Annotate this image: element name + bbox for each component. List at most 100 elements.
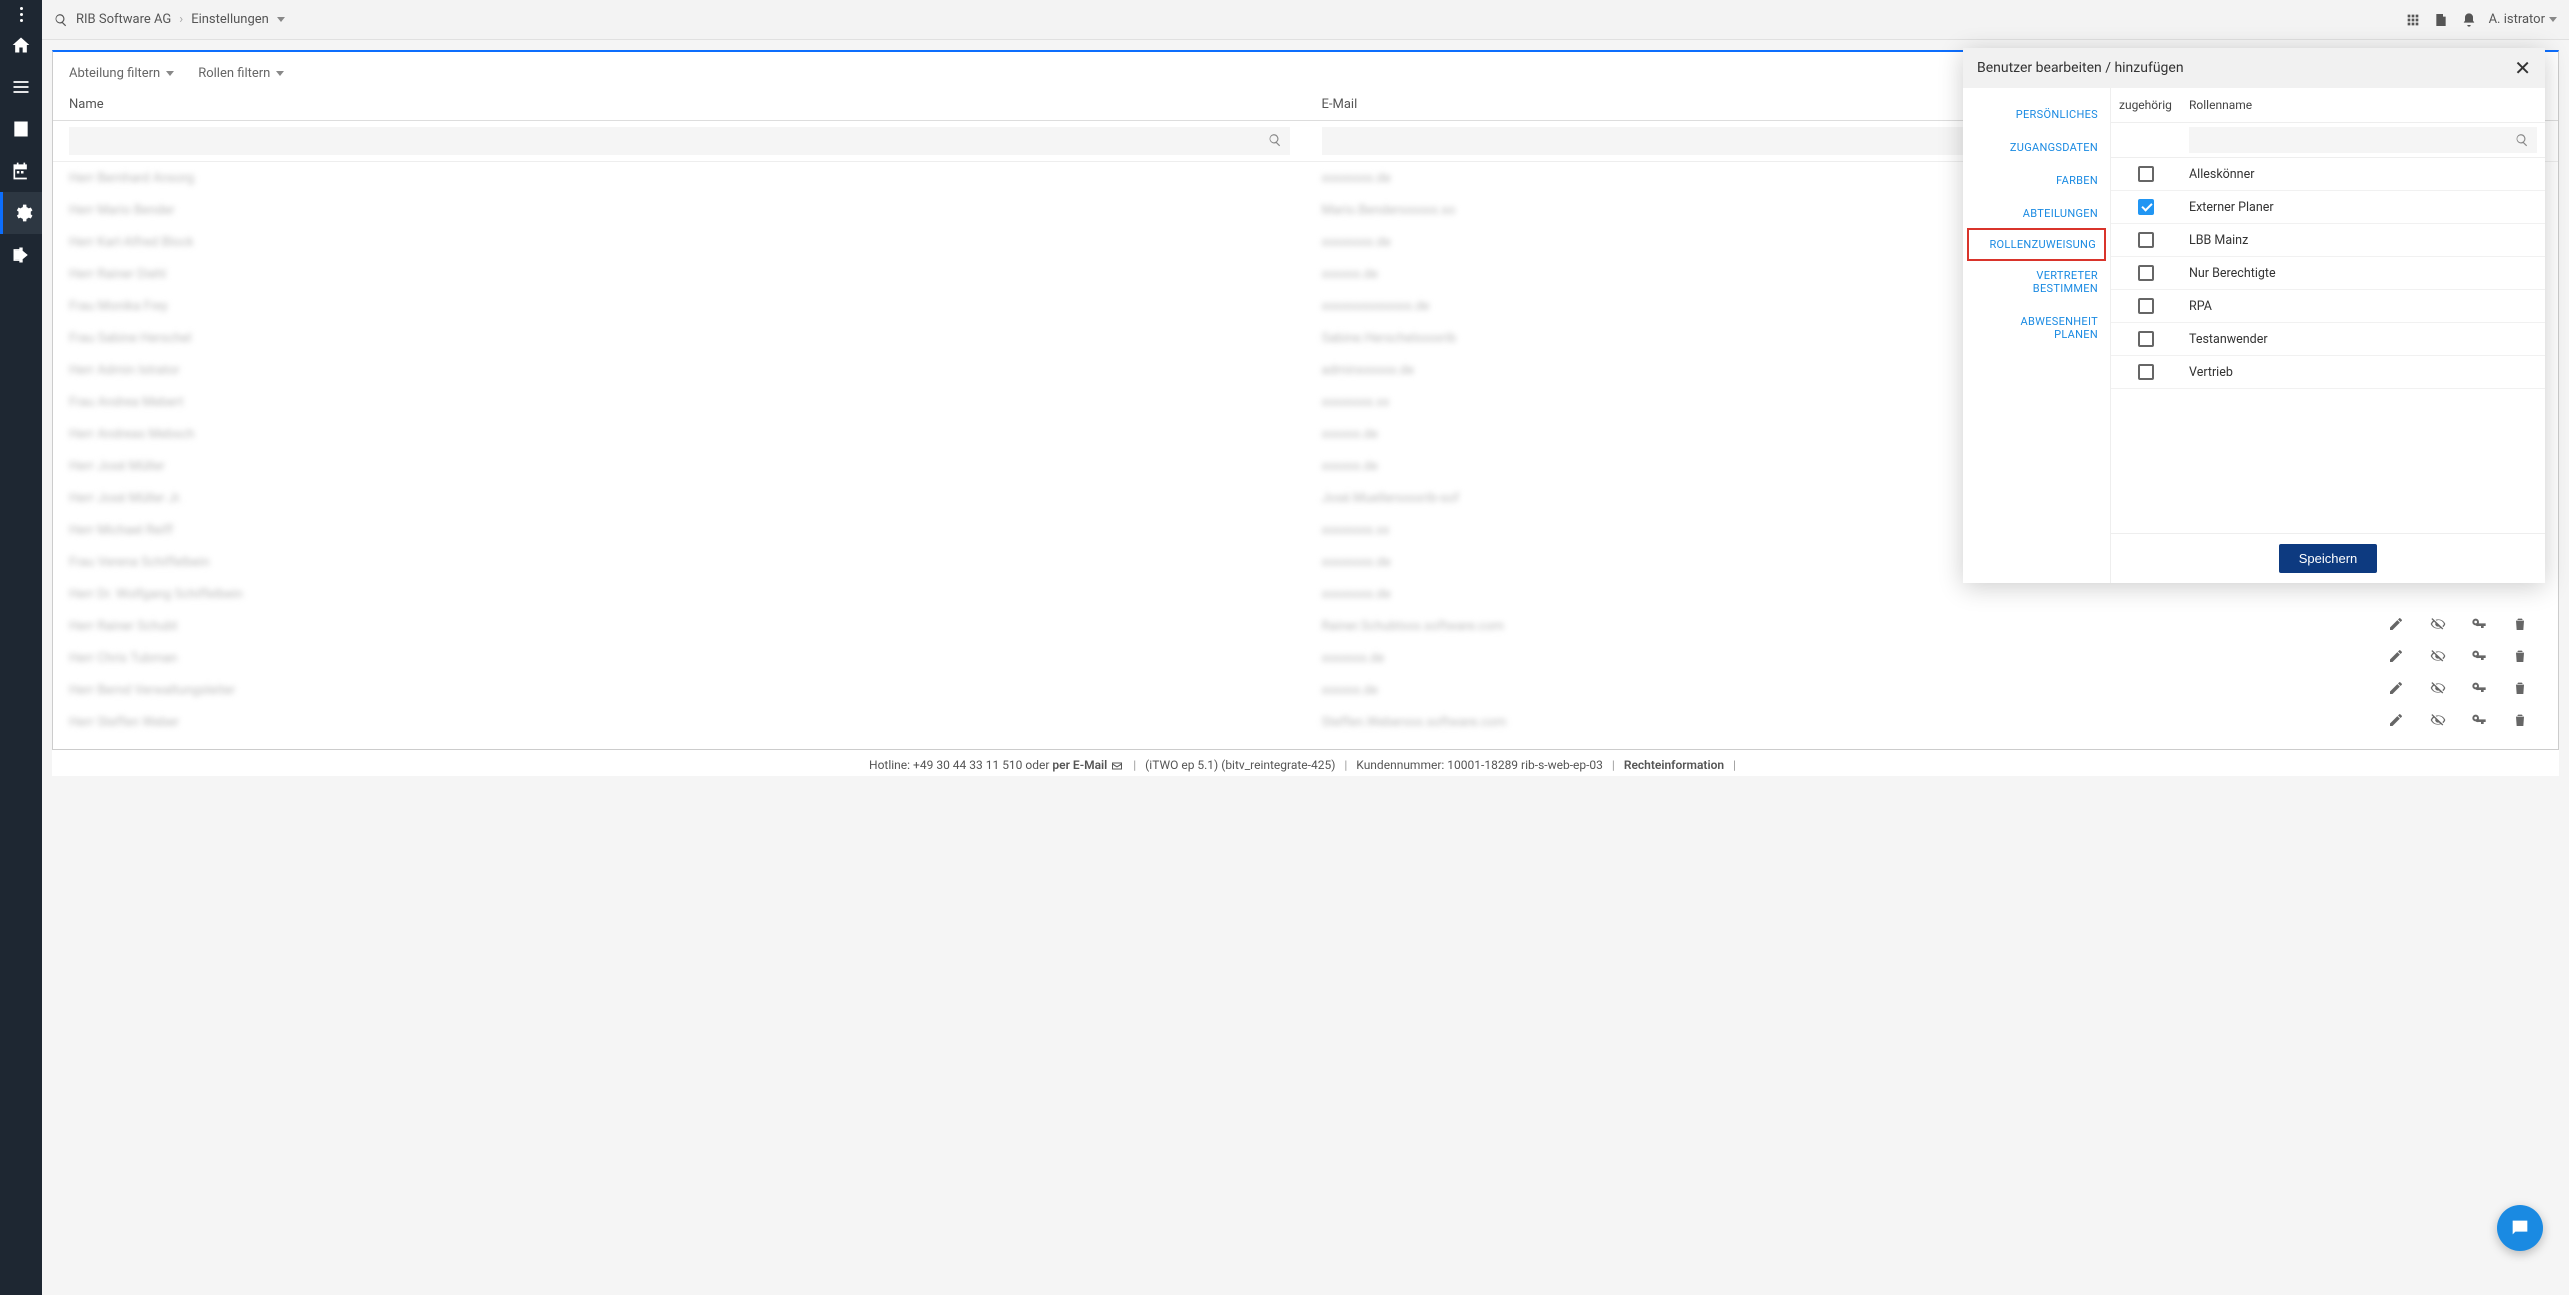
table-row[interactable]: Herr Rainer Schubt Rainer.Schubtxxx.soft…: [53, 610, 2558, 642]
role-row[interactable]: LBB Mainz: [2111, 224, 2545, 257]
footer-customer: Kundennummer: 10001-18289 rib-s-web-ep-0…: [1356, 758, 1603, 772]
sidebar-contacts[interactable]: [0, 108, 42, 150]
role-row[interactable]: Alleskönner: [2111, 158, 2545, 191]
key-icon[interactable]: [2471, 680, 2487, 696]
modal-nav-departments[interactable]: ABTEILUNGEN: [1963, 197, 2110, 230]
search-icon[interactable]: [54, 13, 68, 27]
modal-nav-access[interactable]: ZUGANGSDATEN: [1963, 131, 2110, 164]
apps-icon[interactable]: [2405, 12, 2421, 28]
delete-icon[interactable]: [2512, 616, 2528, 632]
role-checkbox[interactable]: [2138, 199, 2154, 215]
role-header-name: Rollenname: [2181, 88, 2545, 122]
filter-roles[interactable]: Rollen filtern: [198, 66, 284, 81]
breadcrumb-company[interactable]: RIB Software AG: [76, 12, 171, 27]
caret-down-icon: [166, 71, 174, 76]
name-search: [69, 127, 1290, 155]
sidebar-menu-icon[interactable]: [0, 4, 42, 24]
footer-legal-link[interactable]: Rechteinformation: [1624, 758, 1724, 772]
modal-nav-personal[interactable]: PERSÖNLICHES: [1963, 98, 2110, 131]
main-sidebar: [0, 0, 42, 1295]
bell-icon[interactable]: [2461, 12, 2477, 28]
filter-department-label: Abteilung filtern: [69, 66, 160, 81]
header-name[interactable]: Name: [53, 87, 1306, 121]
sidebar-settings[interactable]: [0, 192, 42, 234]
table-row[interactable]: Herr Chris Tubman xxxxxxx.de: [53, 642, 2558, 674]
key-icon[interactable]: [2471, 616, 2487, 632]
user-edit-modal: Benutzer bearbeiten / hinzufügen ✕ PERSÖ…: [1963, 48, 2545, 583]
home-icon: [11, 35, 31, 55]
role-row[interactable]: Testanwender: [2111, 323, 2545, 356]
delete-icon[interactable]: [2512, 712, 2528, 728]
sidebar-home[interactable]: [0, 24, 42, 66]
role-checkbox[interactable]: [2138, 364, 2154, 380]
breadcrumb-page[interactable]: Einstellungen: [191, 12, 269, 27]
visibility-off-icon[interactable]: [2430, 648, 2446, 664]
name-search-input[interactable]: [69, 127, 1290, 155]
delete-icon[interactable]: [2512, 680, 2528, 696]
role-row[interactable]: Nur Berechtigte: [2111, 257, 2545, 290]
search-icon: [2515, 133, 2529, 147]
table-row[interactable]: Herr Steffen Weber Steffen.Weberxxx.soft…: [53, 706, 2558, 738]
visibility-off-icon[interactable]: [2430, 680, 2446, 696]
footer-version: (iTWO ep 5.1) (bitv_reintegrate-425): [1145, 758, 1335, 772]
page-footer: Hotline: +49 30 44 33 11 510 oder per E-…: [52, 750, 2559, 776]
sidebar-logout[interactable]: [0, 234, 42, 276]
delete-icon[interactable]: [2512, 648, 2528, 664]
modal-nav-roles[interactable]: ROLLENZUWEISUNG: [1967, 228, 2106, 261]
caret-down-icon[interactable]: [277, 17, 285, 22]
modal-nav-colors[interactable]: FARBEN: [1963, 164, 2110, 197]
filter-department[interactable]: Abteilung filtern: [69, 66, 174, 81]
role-row[interactable]: Vertrieb: [2111, 356, 2545, 389]
contact-icon: [11, 119, 31, 139]
logout-icon: [11, 245, 31, 265]
role-name: LBB Mainz: [2181, 225, 2545, 256]
role-checkbox[interactable]: [2138, 166, 2154, 182]
envelope-icon: [1110, 760, 1124, 772]
modal-title: Benutzer bearbeiten / hinzufügen: [1977, 60, 2184, 76]
role-name: Vertrieb: [2181, 357, 2545, 388]
edit-icon[interactable]: [2388, 648, 2404, 664]
sidebar-list[interactable]: [0, 66, 42, 108]
role-checkbox[interactable]: [2138, 298, 2154, 314]
role-row[interactable]: RPA: [2111, 290, 2545, 323]
role-name: RPA: [2181, 291, 2545, 322]
edit-icon[interactable]: [2388, 616, 2404, 632]
header-email[interactable]: E-Mail: [1306, 87, 2058, 121]
chat-fab[interactable]: [2497, 1205, 2543, 1251]
modal-nav: PERSÖNLICHES ZUGANGSDATEN FARBEN ABTEILU…: [1963, 88, 2111, 583]
footer-email-link[interactable]: per E-Mail: [1052, 758, 1107, 772]
modal-close-button[interactable]: ✕: [2514, 58, 2531, 78]
edit-icon[interactable]: [2388, 680, 2404, 696]
role-name: Externer Planer: [2181, 192, 2545, 223]
key-icon[interactable]: [2471, 712, 2487, 728]
key-icon[interactable]: [2471, 648, 2487, 664]
role-checkbox[interactable]: [2138, 331, 2154, 347]
note-icon[interactable]: [2433, 12, 2449, 28]
visibility-off-icon[interactable]: [2430, 712, 2446, 728]
email-search-input[interactable]: [1322, 127, 2042, 155]
role-checkbox[interactable]: [2138, 265, 2154, 281]
table-row[interactable]: Herr Bernd Verwaltungsleiter xxxxxx.de: [53, 674, 2558, 706]
role-search-input[interactable]: [2189, 127, 2537, 153]
caret-down-icon: [2549, 17, 2557, 22]
chevron-right-icon: ›: [179, 12, 183, 27]
role-header-assoc: zugehörig: [2111, 88, 2181, 122]
save-button[interactable]: Speichern: [2279, 544, 2378, 573]
chat-icon: [2509, 1217, 2531, 1239]
role-row[interactable]: Externer Planer: [2111, 191, 2545, 224]
modal-nav-absence[interactable]: ABWESENHEIT PLANEN: [1963, 305, 2110, 351]
topbar: RIB Software AG › Einstellungen A. istra…: [42, 0, 2569, 40]
edit-icon[interactable]: [2388, 712, 2404, 728]
breadcrumb: RIB Software AG › Einstellungen: [54, 12, 285, 27]
role-name: Testanwender: [2181, 324, 2545, 355]
sidebar-calendar[interactable]: [0, 150, 42, 192]
calendar-icon: [11, 161, 31, 181]
footer-hotline: Hotline: +49 30 44 33 11 510 oder: [869, 758, 1052, 772]
role-checkbox[interactable]: [2138, 232, 2154, 248]
role-name: Nur Berechtigte: [2181, 258, 2545, 289]
user-menu[interactable]: A. istrator: [2489, 12, 2557, 27]
list-icon: [11, 77, 31, 97]
modal-nav-deputy[interactable]: VERTRETER BESTIMMEN: [1963, 259, 2110, 305]
user-label: A. istrator: [2489, 12, 2545, 27]
visibility-off-icon[interactable]: [2430, 616, 2446, 632]
